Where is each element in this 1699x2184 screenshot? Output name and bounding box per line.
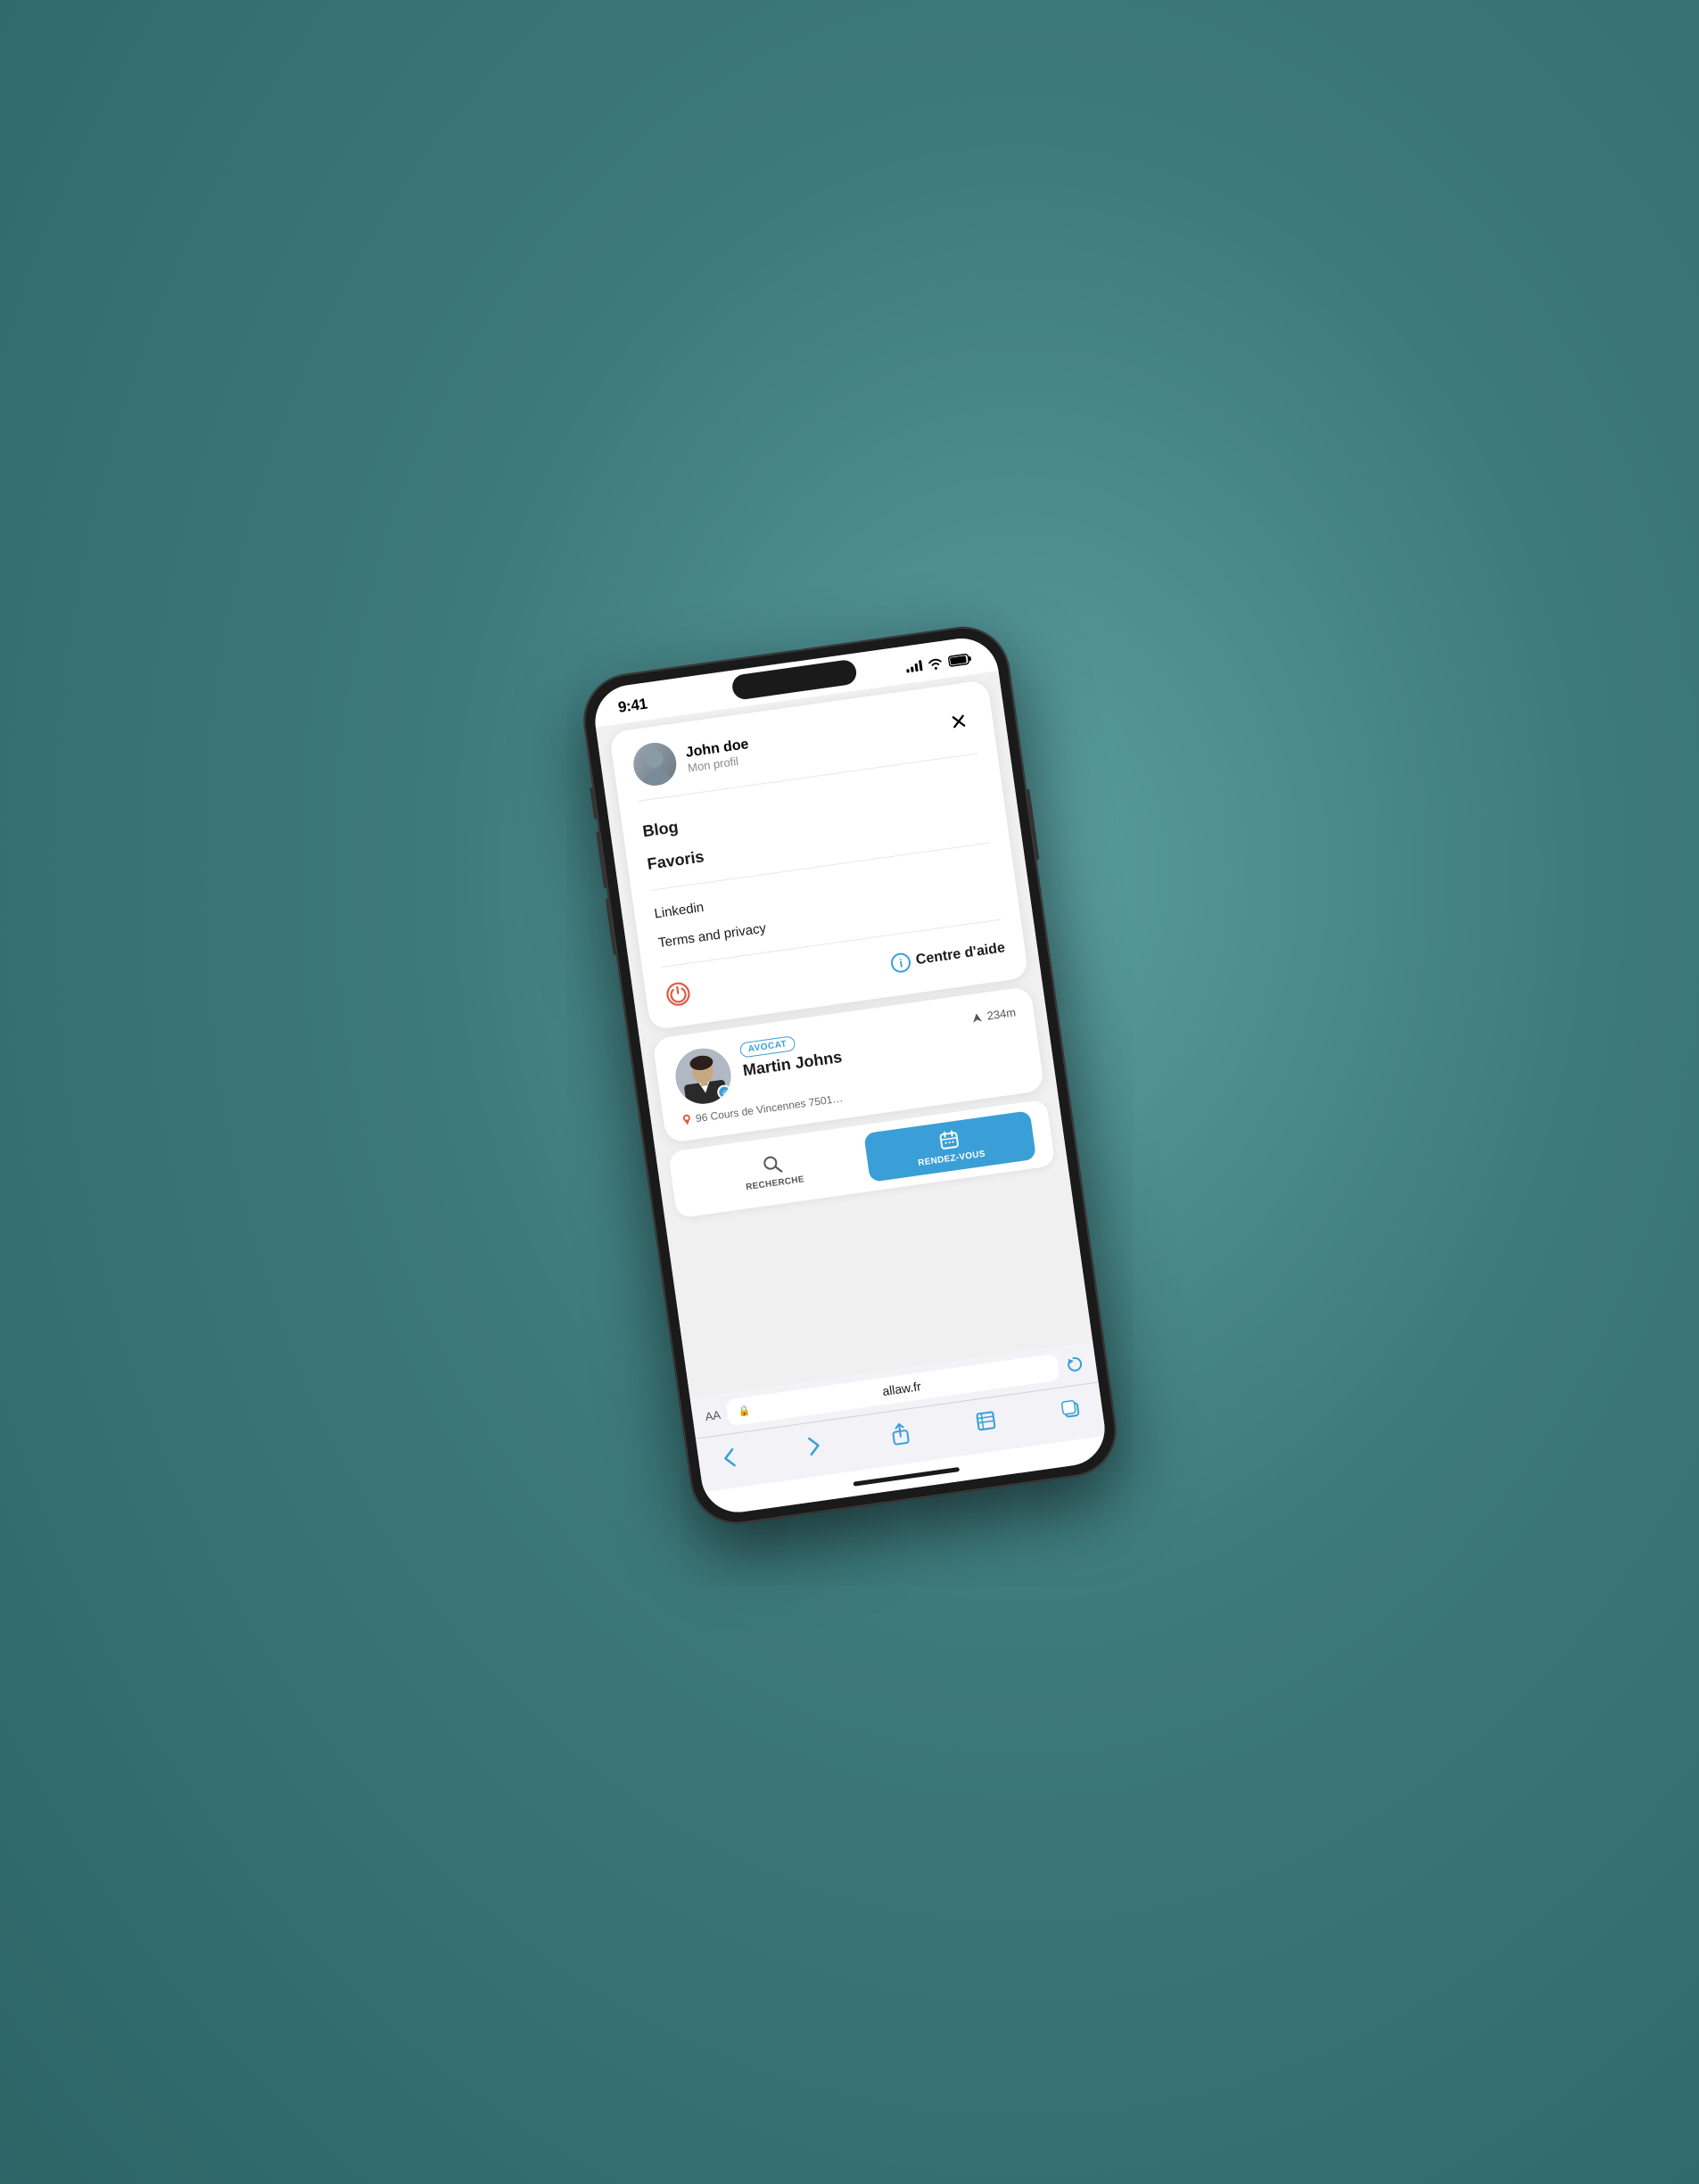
safari-back-button[interactable] xyxy=(709,1441,748,1474)
home-bar xyxy=(853,1466,960,1486)
avatar-image xyxy=(631,739,679,787)
status-time: 9:41 xyxy=(616,695,647,716)
safari-tabs-button[interactable] xyxy=(1052,1393,1091,1426)
location-icon xyxy=(969,1010,984,1024)
phone-wrapper: 9:41 xyxy=(578,622,1121,1529)
signal-icon xyxy=(905,660,922,672)
safari-aa-label[interactable]: AA xyxy=(704,1407,721,1422)
close-button[interactable] xyxy=(942,705,974,737)
profile-info: John doe Mon profil xyxy=(684,736,751,774)
avocat-badge: AVOCAT xyxy=(738,1035,796,1058)
battery-icon xyxy=(947,652,972,667)
phone-volume-down-button xyxy=(605,898,616,955)
profile-section[interactable]: John doe Mon profil xyxy=(631,729,753,788)
safari-reload-icon[interactable] xyxy=(1064,1354,1085,1374)
lawyer-avatar xyxy=(672,1044,734,1107)
logout-icon xyxy=(664,979,692,1008)
phone-power-button xyxy=(1026,788,1039,860)
wifi-icon xyxy=(926,655,944,670)
status-icons xyxy=(905,652,972,673)
phone-screen: 9:41 xyxy=(590,633,1109,1516)
phone-silent-button xyxy=(590,787,598,819)
help-icon: i xyxy=(889,952,911,974)
phone-frame: 9:41 xyxy=(578,622,1121,1529)
help-button[interactable]: i Centre d'aide xyxy=(889,938,1006,974)
menu-card: John doe Mon profil xyxy=(608,680,1028,1030)
safari-lock-icon: 🔒 xyxy=(737,1404,750,1417)
safari-share-button[interactable] xyxy=(880,1417,920,1450)
tab-recherche-label: RECHERCHE xyxy=(745,1174,804,1192)
tab-rendez-vous-label: RENDEZ-VOUS xyxy=(917,1149,986,1167)
calendar-icon xyxy=(936,1127,961,1151)
logout-button[interactable] xyxy=(664,979,692,1008)
safari-bookmarks-button[interactable] xyxy=(966,1405,1005,1438)
scene: 9:41 xyxy=(0,0,1699,2184)
screen-content: John doe Mon profil xyxy=(595,671,1109,1517)
distance-row: 234m xyxy=(969,1005,1016,1025)
phone-volume-up-button xyxy=(596,831,607,888)
help-label: Centre d'aide xyxy=(914,940,1005,968)
distance-value: 234m xyxy=(986,1005,1016,1022)
search-icon xyxy=(760,1152,784,1176)
pin-icon xyxy=(680,1112,693,1126)
lawyer-info: AVOCAT 234m Martin John xyxy=(738,1004,1019,1082)
avatar xyxy=(631,739,679,787)
safari-forward-button[interactable] xyxy=(795,1429,834,1462)
